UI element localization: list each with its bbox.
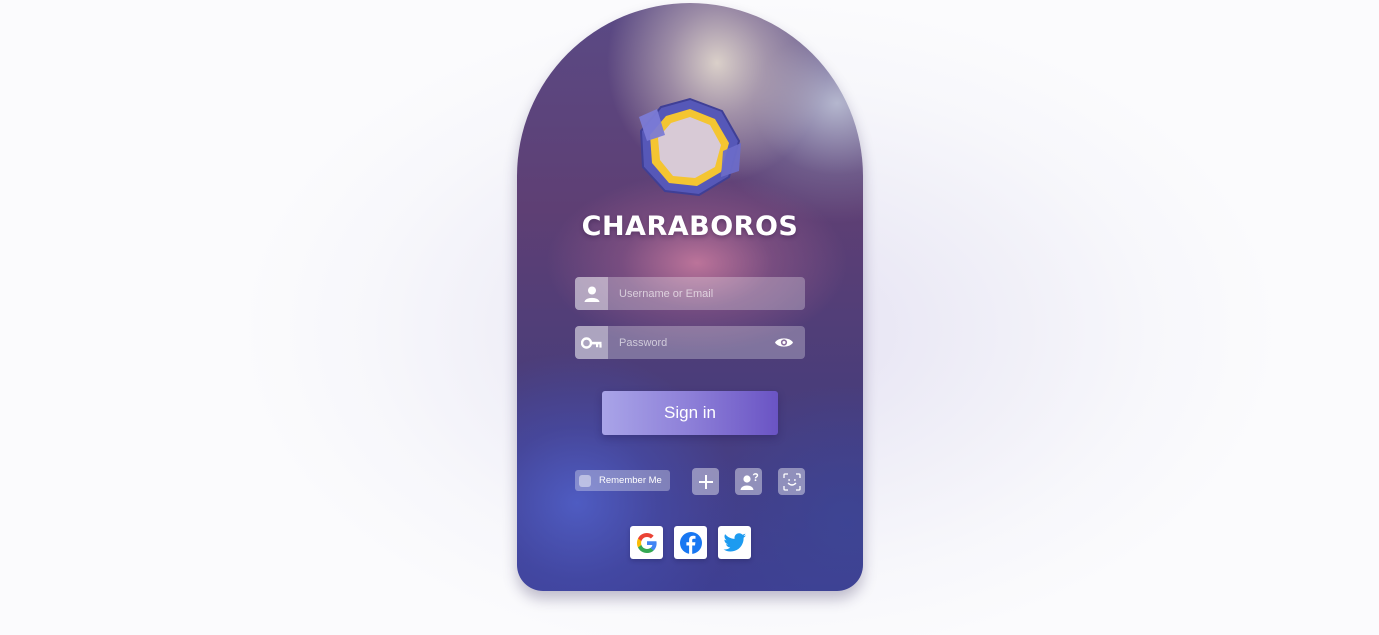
google-icon (636, 532, 657, 553)
key-icon (575, 326, 608, 359)
twitter-login-button[interactable] (718, 526, 751, 559)
face-id-button[interactable] (778, 468, 805, 495)
user-icon (575, 277, 608, 310)
username-field[interactable] (575, 277, 805, 310)
face-id-icon (782, 472, 801, 491)
create-account-button[interactable] (692, 468, 719, 495)
password-field[interactable] (575, 326, 805, 359)
facebook-login-button[interactable] (674, 526, 707, 559)
twitter-icon (722, 532, 746, 551)
remember-me-label: Remember Me (599, 475, 662, 486)
plus-icon (698, 474, 713, 489)
google-login-button[interactable] (630, 526, 663, 559)
user-question-icon (740, 472, 758, 490)
facebook-icon (679, 531, 702, 554)
password-input[interactable] (608, 326, 779, 359)
sign-in-button[interactable]: Sign in (602, 391, 778, 435)
brand-name: CHARABOROS (581, 211, 799, 242)
account-help-button[interactable] (735, 468, 762, 495)
remember-me-toggle[interactable]: Remember Me (575, 470, 670, 491)
remember-me-checkbox[interactable] (579, 474, 591, 487)
login-card: CHARABOROS Sign in (517, 3, 863, 591)
show-password-eye-icon[interactable] (773, 334, 795, 351)
username-input[interactable] (608, 277, 779, 310)
logo-icon (639, 97, 741, 197)
